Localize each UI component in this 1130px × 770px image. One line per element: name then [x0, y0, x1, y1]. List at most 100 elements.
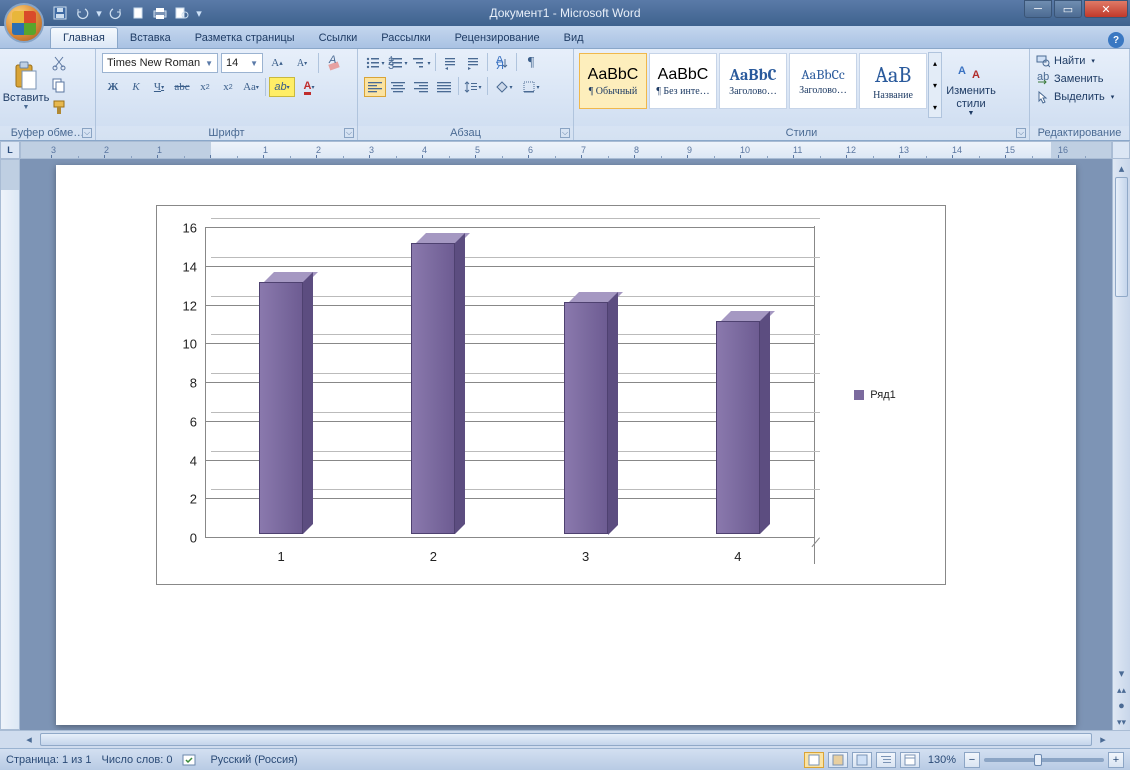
qat-customize-icon[interactable]: ▾: [194, 3, 204, 23]
document-area[interactable]: 0246810121416 1234 Ряд1: [20, 159, 1112, 730]
format-painter-button[interactable]: [48, 97, 70, 117]
shrink-font-button[interactable]: A▾: [291, 53, 313, 73]
justify-button[interactable]: [433, 77, 455, 97]
cut-button[interactable]: [48, 53, 70, 73]
qat-undo-icon[interactable]: [72, 3, 92, 23]
increase-indent-button[interactable]: [462, 53, 484, 73]
svg-text:ab: ab: [1037, 72, 1049, 83]
clear-formatting-button[interactable]: A: [324, 53, 346, 73]
status-language[interactable]: Русский (Россия): [210, 754, 297, 766]
scroll-down-icon[interactable]: ▾: [1113, 664, 1130, 682]
font-family-combo[interactable]: Times New Roman▼: [102, 53, 218, 73]
bullets-button[interactable]: ▾: [364, 53, 386, 73]
tab-mailings[interactable]: Рассылки: [369, 28, 442, 48]
style-gallery-scroll[interactable]: ▴▾▾: [928, 52, 942, 118]
maximize-button[interactable]: ▭: [1054, 0, 1082, 18]
view-outline-icon[interactable]: [876, 752, 896, 768]
office-button[interactable]: [4, 3, 44, 43]
horizontal-scrollbar[interactable]: ◂ ▸: [0, 730, 1130, 748]
italic-button[interactable]: К: [125, 77, 147, 97]
zoom-in-button[interactable]: +: [1108, 752, 1124, 768]
shading-button[interactable]: ▾: [491, 77, 517, 97]
font-launcher-icon[interactable]: ⌵: [344, 128, 354, 138]
qat-save-icon[interactable]: [50, 3, 70, 23]
help-icon[interactable]: ?: [1108, 32, 1124, 48]
vertical-ruler[interactable]: [0, 159, 20, 730]
ruler-corner[interactable]: L: [0, 141, 20, 159]
style-normal[interactable]: AaBbC¶ Обычный: [579, 53, 647, 109]
clipboard-launcher-icon[interactable]: ⌵: [82, 128, 92, 138]
vertical-scrollbar[interactable]: ▴ ▾ ▴▴ ● ▾▾: [1112, 159, 1130, 730]
line-spacing-button[interactable]: ▾: [462, 77, 484, 97]
style-gallery[interactable]: AaBbC¶ Обычный AaBbC¶ Без инте… AaBbCЗаг…: [578, 52, 928, 110]
replace-button[interactable]: abЗаменить: [1034, 71, 1105, 87]
styles-launcher-icon[interactable]: ⌵: [1016, 128, 1026, 138]
tab-references[interactable]: Ссылки: [307, 28, 370, 48]
grow-font-button[interactable]: A▴: [266, 53, 288, 73]
paragraph-launcher-icon[interactable]: ⌵: [560, 128, 570, 138]
view-draft-icon[interactable]: [900, 752, 920, 768]
superscript-button[interactable]: x2: [217, 77, 239, 97]
tab-insert[interactable]: Вставка: [118, 28, 183, 48]
find-button[interactable]: Найти▾: [1034, 53, 1097, 69]
align-center-button[interactable]: [387, 77, 409, 97]
borders-button[interactable]: ▾: [518, 77, 544, 97]
tab-view[interactable]: Вид: [552, 28, 596, 48]
align-right-button[interactable]: [410, 77, 432, 97]
scroll-right-icon[interactable]: ▸: [1094, 731, 1112, 748]
minimize-button[interactable]: ─: [1024, 0, 1052, 18]
chart-object[interactable]: 0246810121416 1234 Ряд1: [156, 205, 946, 585]
bold-button[interactable]: Ж: [102, 77, 124, 97]
qat-new-icon[interactable]: [128, 3, 148, 23]
group-editing-label: Редактирование: [1030, 126, 1129, 140]
change-case-button[interactable]: Aa▾: [240, 77, 262, 97]
style-title[interactable]: AaBНазвание: [859, 53, 927, 109]
paste-button[interactable]: Вставить ▼: [4, 52, 48, 118]
status-words[interactable]: Число слов: 0: [102, 754, 173, 766]
numbering-button[interactable]: 123▾: [387, 53, 409, 73]
tab-review[interactable]: Рецензирование: [443, 28, 552, 48]
scroll-left-icon[interactable]: ◂: [20, 731, 38, 748]
view-print-layout-icon[interactable]: [804, 752, 824, 768]
copy-button[interactable]: [48, 75, 70, 95]
change-styles-button[interactable]: AA Изменить стили▼: [942, 52, 1000, 118]
hscroll-thumb[interactable]: [40, 733, 1092, 746]
qat-redo-icon[interactable]: [106, 3, 126, 23]
sort-button[interactable]: AЯ: [491, 53, 513, 73]
font-color-button[interactable]: A▾: [296, 77, 322, 97]
select-button[interactable]: Выделить▾: [1034, 89, 1116, 105]
zoom-level[interactable]: 130%: [928, 754, 956, 766]
decrease-indent-button[interactable]: [439, 53, 461, 73]
close-button[interactable]: ✕: [1084, 0, 1128, 18]
font-size-combo[interactable]: 14▼: [221, 53, 263, 73]
next-page-icon[interactable]: ▾▾: [1113, 714, 1130, 730]
qat-dropdown-icon[interactable]: ▾: [94, 3, 104, 23]
zoom-slider[interactable]: [984, 758, 1104, 762]
strikethrough-button[interactable]: abc: [171, 77, 193, 97]
status-proofing-icon[interactable]: [182, 753, 200, 767]
browse-object-icon[interactable]: ●: [1113, 698, 1130, 714]
style-no-spacing[interactable]: AaBbC¶ Без инте…: [649, 53, 717, 109]
horizontal-ruler[interactable]: 321123456789101112131415161718: [20, 141, 1112, 159]
vscroll-thumb[interactable]: [1115, 177, 1128, 297]
zoom-out-button[interactable]: −: [964, 752, 980, 768]
prev-page-icon[interactable]: ▴▴: [1113, 682, 1130, 698]
qat-preview-icon[interactable]: [172, 3, 192, 23]
qat-print-icon[interactable]: [150, 3, 170, 23]
highlight-button[interactable]: ab▾: [269, 77, 295, 97]
show-marks-button[interactable]: ¶: [520, 53, 542, 73]
tab-page-layout[interactable]: Разметка страницы: [183, 28, 307, 48]
style-heading2[interactable]: AaBbCcЗаголово…: [789, 53, 857, 109]
subscript-button[interactable]: x2: [194, 77, 216, 97]
align-left-button[interactable]: [364, 77, 386, 97]
view-web-layout-icon[interactable]: [852, 752, 872, 768]
underline-button[interactable]: Ч▾: [148, 77, 170, 97]
ruler-toggle-icon[interactable]: [1112, 141, 1130, 159]
status-page[interactable]: Страница: 1 из 1: [6, 754, 92, 766]
style-heading1[interactable]: AaBbCЗаголово…: [719, 53, 787, 109]
paste-label: Вставить: [3, 92, 50, 104]
scroll-up-icon[interactable]: ▴: [1113, 159, 1130, 177]
tab-home[interactable]: Главная: [50, 27, 118, 48]
view-full-screen-icon[interactable]: [828, 752, 848, 768]
multilevel-list-button[interactable]: ▾: [410, 53, 432, 73]
